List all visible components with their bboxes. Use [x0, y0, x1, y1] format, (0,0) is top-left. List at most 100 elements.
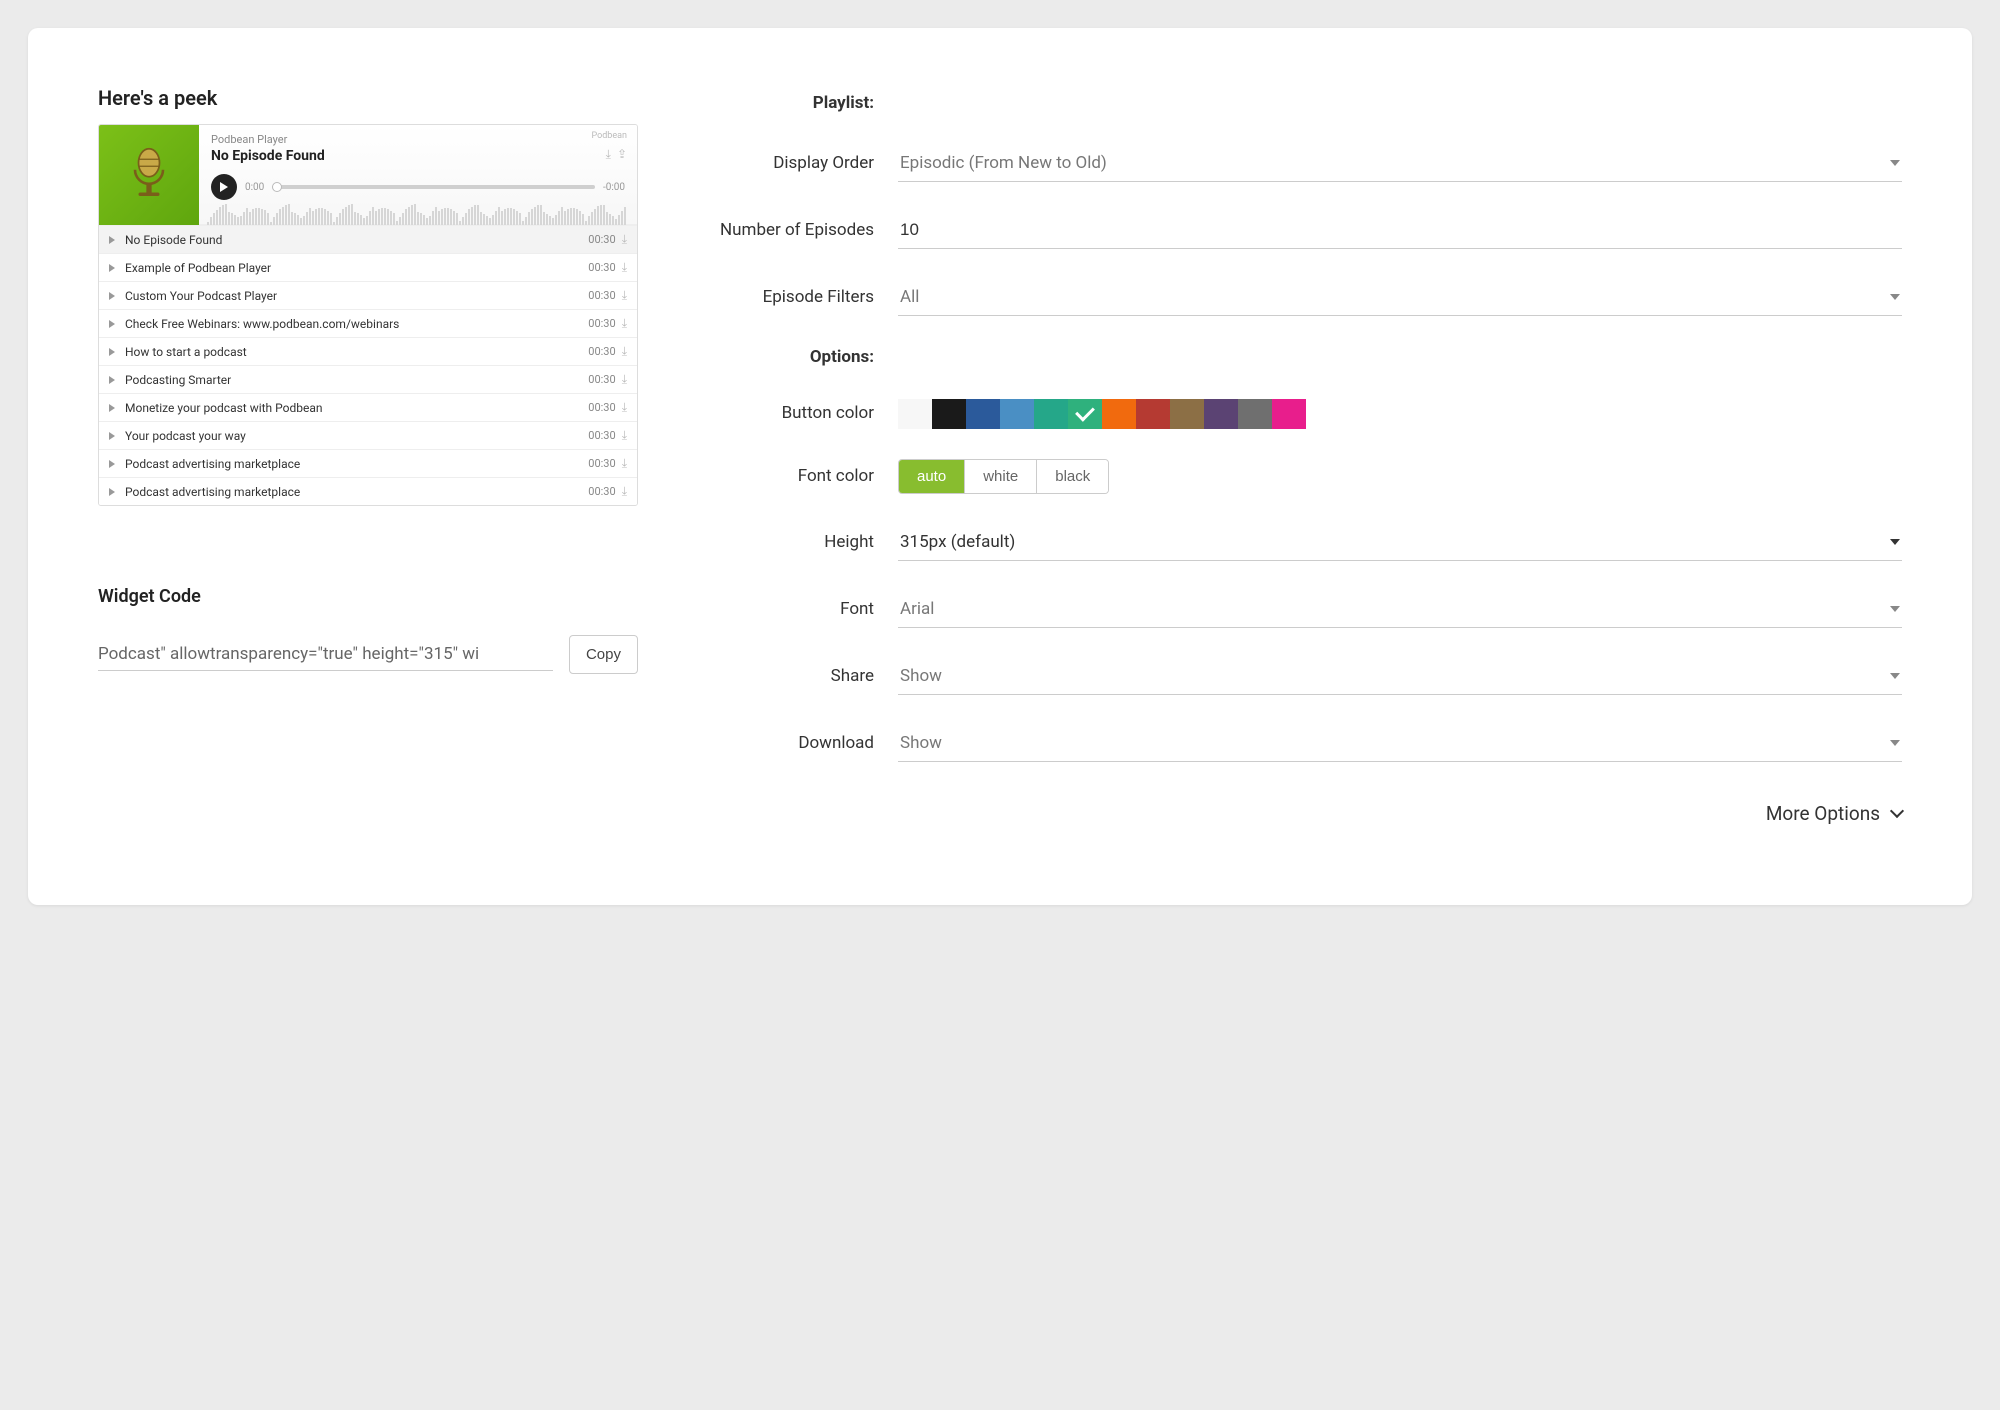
download-icon[interactable]: ⤓	[622, 316, 627, 331]
play-triangle-icon	[109, 460, 115, 468]
color-swatch[interactable]	[1000, 399, 1034, 429]
chevron-down-icon	[1890, 539, 1900, 545]
chevron-down-icon	[1890, 160, 1900, 166]
button-color-swatches	[898, 399, 1902, 429]
episode-row[interactable]: No Episode Found00:30⤓	[99, 225, 637, 253]
episode-name: No Episode Found	[125, 233, 588, 247]
font-color-option-black[interactable]: black	[1036, 460, 1108, 493]
share-value: Show	[900, 666, 942, 686]
episode-name: Podcasting Smarter	[125, 373, 588, 387]
peek-title: Here's a peek	[98, 86, 638, 110]
display-order-value: Episodic (From New to Old)	[900, 153, 1107, 173]
font-color-option-white[interactable]: white	[964, 460, 1036, 493]
widget-code-heading: Widget Code	[98, 586, 638, 607]
color-swatch[interactable]	[966, 399, 1000, 429]
color-swatch[interactable]	[1272, 399, 1306, 429]
download-icon[interactable]: ⤓	[622, 484, 627, 499]
seek-track[interactable]	[272, 185, 595, 189]
episode-name: Podcast advertising marketplace	[125, 485, 588, 499]
color-swatch[interactable]	[1170, 399, 1204, 429]
button-color-label: Button color	[718, 402, 898, 425]
height-select[interactable]: 315px (default)	[898, 524, 1902, 561]
episode-row[interactable]: Podcasting Smarter00:30 ⤓	[99, 365, 637, 393]
episode-duration: 00:30	[588, 289, 615, 302]
share-icon[interactable]: ⇪	[617, 147, 627, 162]
episode-duration: 00:30	[588, 457, 615, 470]
color-swatch[interactable]	[1034, 399, 1068, 429]
more-options-label: More Options	[1766, 802, 1880, 825]
play-button[interactable]	[211, 174, 237, 200]
current-episode-title: No Episode Found	[211, 148, 625, 164]
font-label: Font	[718, 598, 898, 621]
download-select[interactable]: Show	[898, 725, 1902, 762]
num-episodes-label: Number of Episodes	[718, 219, 898, 242]
time-remaining: -0:00	[603, 182, 625, 193]
height-value: 315px (default)	[900, 532, 1015, 552]
episode-filters-select[interactable]: All	[898, 279, 1902, 316]
download-icon[interactable]: ⤓	[622, 260, 627, 275]
display-order-select[interactable]: Episodic (From New to Old)	[898, 145, 1902, 182]
color-swatch[interactable]	[898, 399, 932, 429]
play-triangle-icon	[109, 348, 115, 356]
display-order-label: Display Order	[718, 152, 898, 175]
color-swatch[interactable]	[1238, 399, 1272, 429]
copy-button[interactable]: Copy	[569, 635, 638, 674]
episode-duration: 00:30	[588, 401, 615, 414]
episode-row[interactable]: Your podcast your way00:30⤓	[99, 421, 637, 449]
right-column: Playlist: Display Order Episodic (From N…	[718, 86, 1902, 825]
episode-row[interactable]: Example of Podbean Player00:30 ⤓	[99, 253, 637, 281]
color-swatch[interactable]	[1102, 399, 1136, 429]
player-preview: Podbean ⤓ ⇪ Podbean Player No Episode Fo…	[98, 124, 638, 506]
download-icon[interactable]: ⤓	[622, 456, 627, 471]
font-color-segment: autowhiteblack	[898, 459, 1109, 494]
download-icon[interactable]: ⤓	[622, 400, 627, 415]
player-brand-label: Podbean Player	[211, 133, 625, 146]
episode-duration: 00:30	[588, 317, 615, 330]
more-options-toggle[interactable]: More Options	[718, 802, 1902, 825]
share-label: Share	[718, 665, 898, 688]
episode-row[interactable]: Monetize your podcast with Podbean00:30⤓	[99, 393, 637, 421]
episode-duration: 00:30	[588, 373, 615, 386]
font-color-label: Font color	[718, 465, 898, 488]
episode-name: Custom Your Podcast Player	[125, 289, 588, 303]
episode-duration: 00:30	[588, 261, 615, 274]
episode-list: No Episode Found00:30⤓Example of Podbean…	[99, 225, 637, 505]
play-triangle-icon	[109, 404, 115, 412]
font-color-option-auto[interactable]: auto	[899, 460, 964, 493]
episode-name: Example of Podbean Player	[125, 261, 588, 275]
num-episodes-input[interactable]	[898, 212, 1902, 249]
episode-row[interactable]: Podcast advertising marketplace00:30⤓	[99, 477, 637, 505]
waveform	[99, 207, 637, 225]
height-label: Height	[718, 531, 898, 554]
play-triangle-icon	[109, 488, 115, 496]
episode-name: Podcast advertising marketplace	[125, 457, 588, 471]
episode-row[interactable]: Check Free Webinars: www.podbean.com/web…	[99, 309, 637, 337]
download-icon[interactable]: ⤓	[622, 232, 627, 247]
cloud-download-icon[interactable]: ⤓	[606, 147, 611, 162]
color-swatch[interactable]	[1204, 399, 1238, 429]
widget-code-input[interactable]: Podcast" allowtransparency="true" height…	[98, 638, 553, 671]
download-icon[interactable]: ⤓	[622, 344, 627, 359]
episode-row[interactable]: Podcast advertising marketplace00:30 ⤓	[99, 449, 637, 477]
options-heading: Options:	[718, 346, 898, 369]
download-value: Show	[900, 733, 942, 753]
episode-row[interactable]: How to start a podcast00:30⤓	[99, 337, 637, 365]
color-swatch[interactable]	[932, 399, 966, 429]
episode-name: How to start a podcast	[125, 345, 588, 359]
episode-filters-label: Episode Filters	[718, 286, 898, 309]
color-swatch[interactable]	[1068, 399, 1102, 429]
left-column: Here's a peek Podbean	[98, 86, 638, 825]
play-triangle-icon	[109, 432, 115, 440]
seek-knob[interactable]	[272, 182, 282, 192]
share-select[interactable]: Show	[898, 658, 1902, 695]
microphone-icon	[121, 147, 177, 203]
download-icon[interactable]: ⤓	[622, 428, 627, 443]
podbean-logo: Podbean	[591, 131, 627, 141]
playlist-heading: Playlist:	[718, 92, 898, 115]
font-select[interactable]: Arial	[898, 591, 1902, 628]
episode-row[interactable]: Custom Your Podcast Player00:30 ⤓	[99, 281, 637, 309]
download-icon[interactable]: ⤓	[622, 288, 627, 303]
color-swatch[interactable]	[1136, 399, 1170, 429]
play-triangle-icon	[109, 236, 115, 244]
download-icon[interactable]: ⤓	[622, 372, 627, 387]
